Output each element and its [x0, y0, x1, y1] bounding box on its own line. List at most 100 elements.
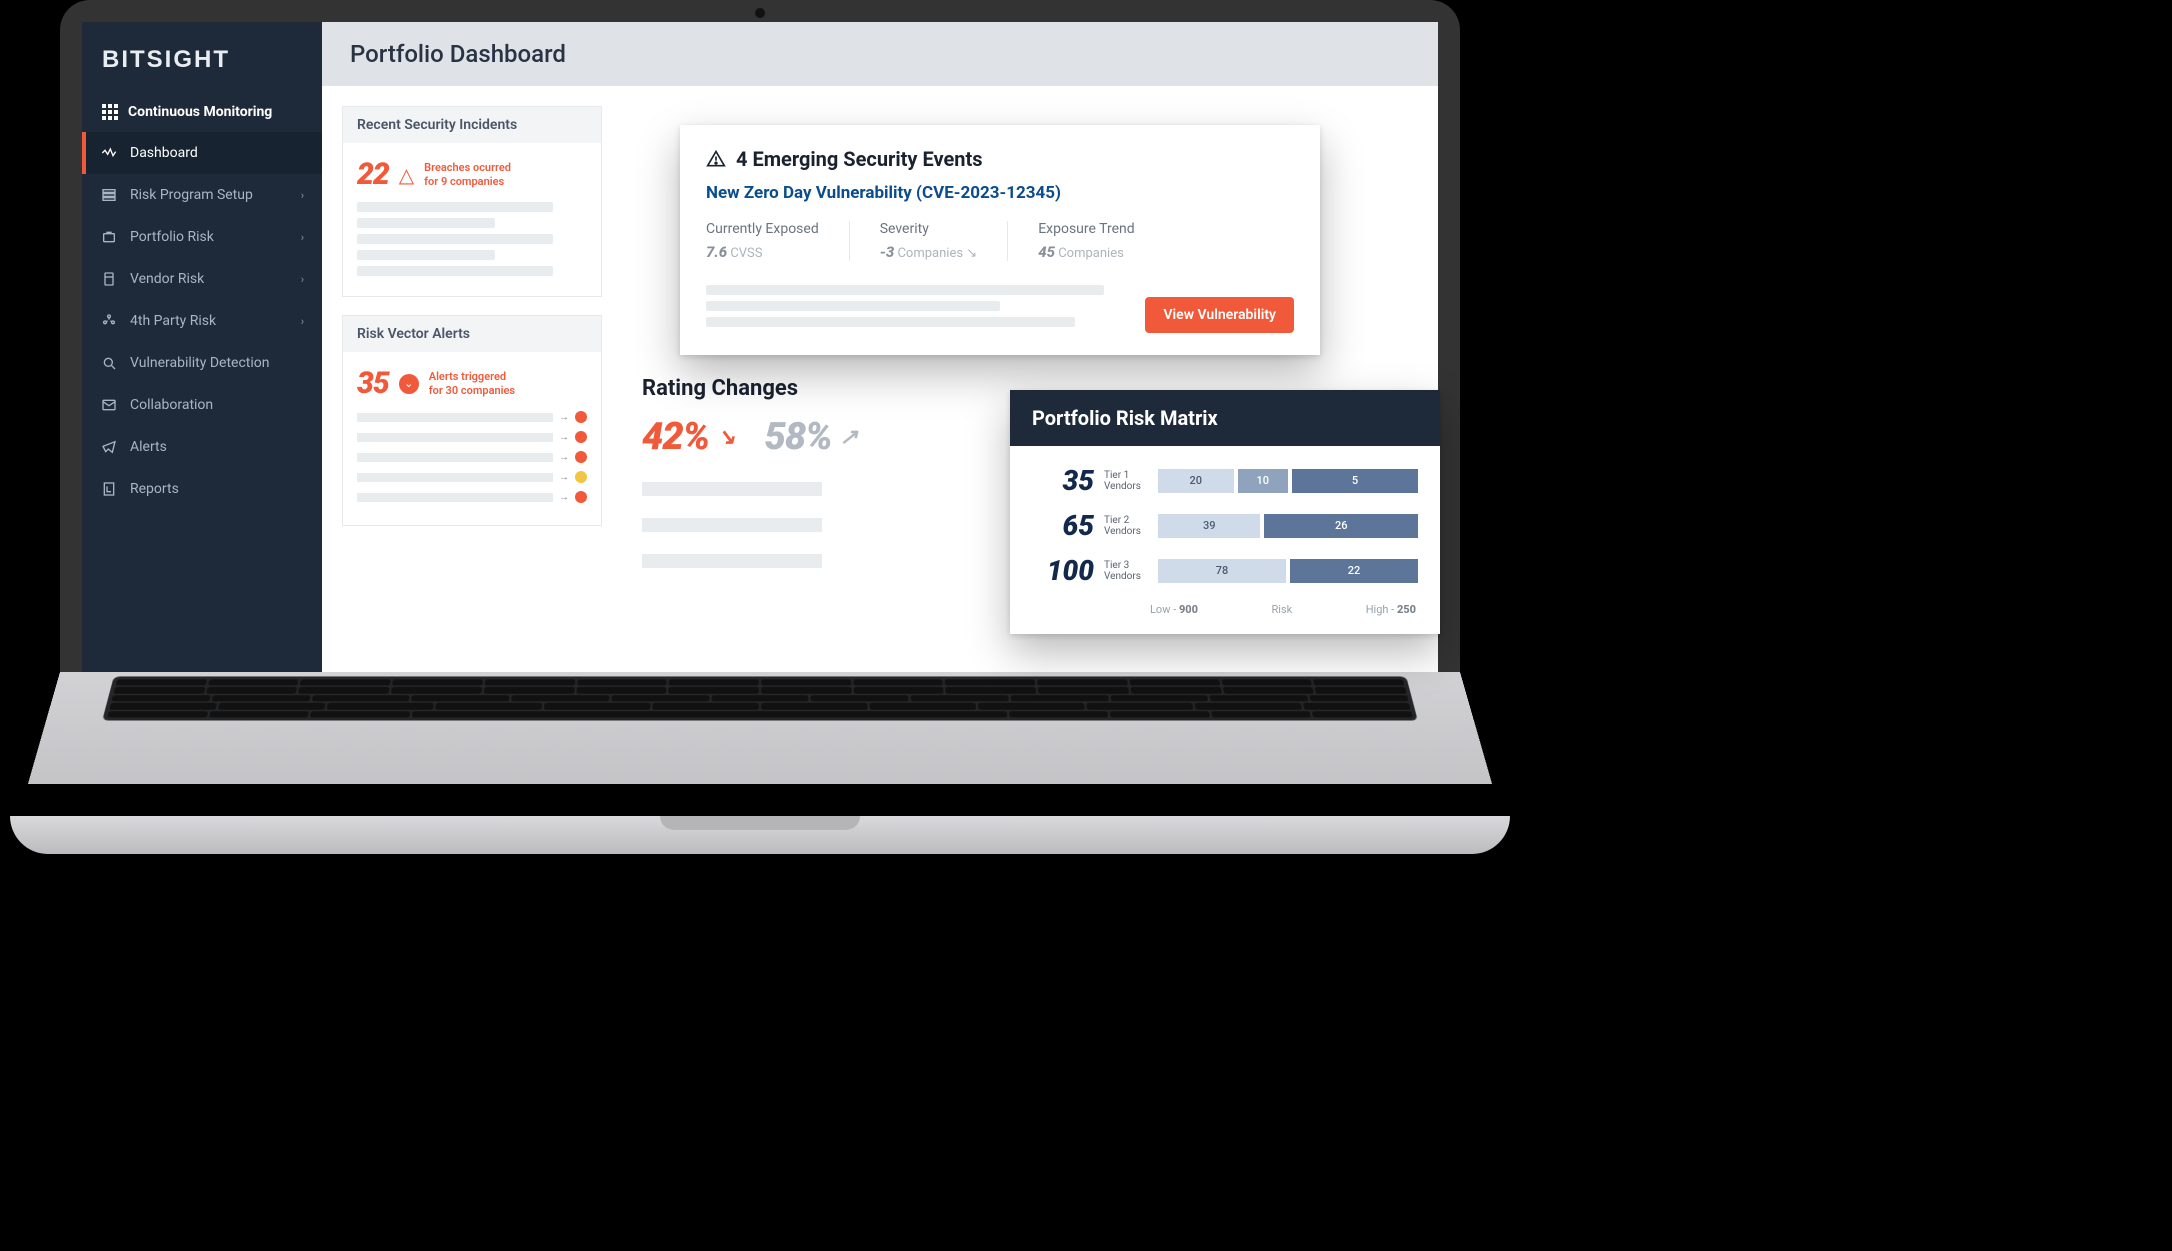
arrow-right-icon: →	[559, 432, 569, 443]
alert-row[interactable]: →	[357, 431, 587, 443]
view-vulnerability-button[interactable]: View Vulnerability	[1145, 297, 1294, 333]
laptop-base	[10, 816, 1510, 854]
nav-icon	[100, 312, 118, 330]
chevron-right-icon: ›	[301, 273, 304, 286]
rating-up-pct: 58% ↗	[765, 415, 858, 459]
skeleton-line	[357, 493, 553, 502]
skeleton-line	[642, 518, 822, 532]
alert-row[interactable]: →	[357, 471, 587, 483]
emerging-events-card[interactable]: 4 Emerging Security Events New Zero Day …	[680, 125, 1320, 355]
matrix-bar-segment: 39	[1158, 514, 1260, 538]
matrix-bars: 20105	[1158, 469, 1418, 493]
incidents-sub-2: for 9 companies	[424, 175, 511, 188]
matrix-bar-segment: 26	[1264, 514, 1418, 538]
matrix-title: Portfolio Risk Matrix	[1010, 390, 1440, 446]
sidebar-section-title: Continuous Monitoring	[82, 92, 322, 132]
alert-row[interactable]: →	[357, 451, 587, 463]
incidents-card-title: Recent Security Incidents	[343, 107, 601, 143]
chevron-right-icon: ›	[301, 315, 304, 328]
nav-icon	[100, 396, 118, 414]
nav-list: DashboardRisk Program Setup›Portfolio Ri…	[82, 132, 322, 510]
webcam	[755, 8, 765, 18]
nav-item-risk-program-setup[interactable]: Risk Program Setup ›	[82, 174, 322, 216]
nav-icon	[100, 186, 118, 204]
nav-label: Reports	[130, 481, 179, 497]
tier-row[interactable]: 65Tier 2Vendors3926	[1032, 509, 1418, 542]
skeleton-line	[706, 301, 1000, 311]
matrix-bars: 3926	[1158, 514, 1418, 538]
metric-0: Currently Exposed7.6 CVSS	[706, 221, 850, 261]
nav-item-vulnerability-detection[interactable]: Vulnerability Detection	[82, 342, 322, 384]
nav-item-4th-party-risk[interactable]: 4th Party Risk ›	[82, 300, 322, 342]
down-chevron-circle-icon: ⌄	[399, 374, 419, 394]
status-dot	[575, 411, 587, 423]
nav-icon	[100, 480, 118, 498]
alerts-sub-2: for 30 companies	[429, 384, 515, 397]
metric-value: -3 Companies ↘	[880, 243, 977, 261]
nav-item-portfolio-risk[interactable]: Portfolio Risk›	[82, 216, 322, 258]
arrow-right-icon: →	[559, 492, 569, 503]
tier-label: Tier 1Vendors	[1104, 470, 1148, 492]
matrix-bar-segment: 10	[1238, 469, 1288, 493]
chevron-right-icon: ›	[301, 189, 304, 202]
skeleton-line	[357, 202, 553, 212]
tier-count: 100	[1032, 554, 1094, 587]
nav-label: Vendor Risk	[130, 271, 204, 287]
nav-item-alerts[interactable]: Alerts	[82, 426, 322, 468]
matrix-bar-segment: 22	[1290, 559, 1418, 583]
matrix-bars: 7822	[1158, 559, 1418, 583]
trend-up-icon: ↗	[840, 425, 857, 450]
tier-row[interactable]: 100Tier 3Vendors7822	[1032, 554, 1418, 587]
nav-label: Vulnerability Detection	[130, 355, 269, 371]
nav-item-vendor-risk[interactable]: Vendor Risk ›	[82, 258, 322, 300]
nav-item-dashboard[interactable]: Dashboard	[82, 132, 322, 174]
nav-item-reports[interactable]: Reports	[82, 468, 322, 510]
matrix-bar-segment: 78	[1158, 559, 1286, 583]
skeleton-line	[642, 482, 822, 496]
rating-down-pct: 42% ↘	[642, 415, 735, 459]
status-dot	[575, 491, 587, 503]
matrix-bar-segment: 5	[1292, 469, 1418, 493]
nav-icon	[100, 228, 118, 246]
tier-row[interactable]: 35 Tier 1Vendors 20105	[1032, 464, 1418, 497]
nav-icon	[100, 354, 118, 372]
nav-icon	[100, 438, 118, 456]
arrow-right-icon: →	[559, 472, 569, 483]
nav-item-collaboration[interactable]: Collaboration	[82, 384, 322, 426]
portfolio-risk-matrix-card[interactable]: Portfolio Risk Matrix 35 Tier 1Vendors 201…	[1010, 390, 1440, 634]
nav-label: 4th Party Risk	[130, 313, 216, 329]
events-heading: 4 Emerging Security Events	[736, 147, 983, 171]
incidents-sub-1: Breaches ocurred	[424, 161, 511, 174]
warning-triangle-icon: △	[399, 163, 414, 187]
skeleton-line	[357, 218, 495, 228]
metric-label: Exposure Trend	[1038, 221, 1134, 237]
skeleton-line	[357, 473, 553, 482]
skeleton-line	[357, 234, 553, 244]
matrix-footer-scale: Low - 900 Risk High - 250	[1148, 599, 1418, 624]
nav-icon	[100, 270, 118, 288]
chevron-right-icon: ›	[301, 231, 304, 244]
status-dot	[575, 471, 587, 483]
alerts-count: 35	[357, 366, 389, 401]
nav-label: Alerts	[130, 439, 167, 455]
skeleton-line	[357, 413, 553, 422]
alert-triangle-icon	[706, 149, 726, 169]
trend-down-icon: ↘	[717, 425, 734, 450]
page-title: Portfolio Dashboard	[322, 22, 1438, 86]
alert-row[interactable]: →	[357, 491, 587, 503]
incidents-count: 22	[357, 157, 389, 192]
nav-label: Risk Program Setup	[130, 187, 253, 203]
skeleton-line	[706, 317, 1075, 327]
skeleton-line	[357, 266, 553, 276]
alert-row[interactable]: →	[357, 411, 587, 423]
skeleton-line	[357, 250, 495, 260]
tier-label: Tier 2Vendors	[1104, 515, 1148, 537]
status-dot	[575, 451, 587, 463]
metric-1: Severity-3 Companies ↘	[880, 221, 1008, 261]
arrow-right-icon: →	[559, 412, 569, 423]
incidents-card[interactable]: Recent Security Incidents 22 △ Breaches …	[342, 106, 602, 297]
events-subtitle[interactable]: New Zero Day Vulnerability (CVE-2023-123…	[706, 183, 1294, 203]
keyboard	[102, 676, 1418, 720]
tier-count: 35	[1032, 464, 1094, 497]
alerts-card[interactable]: Risk Vector Alerts 35 ⌄ Alerts triggered…	[342, 315, 602, 526]
